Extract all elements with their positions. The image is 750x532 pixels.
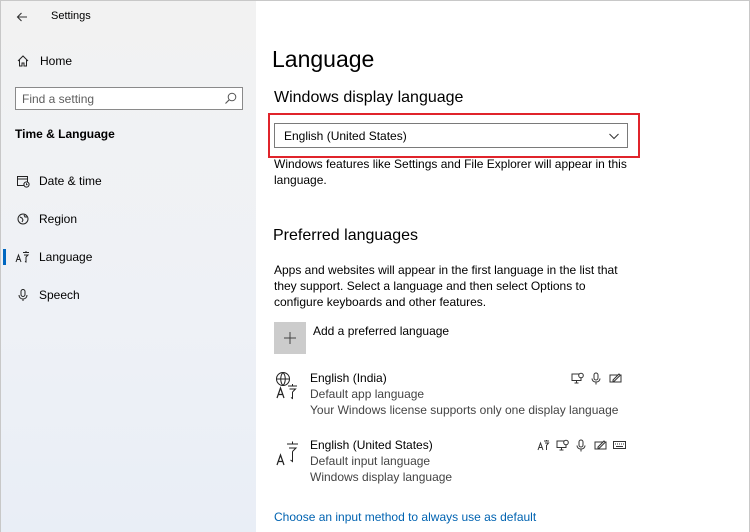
display-feature-icon (555, 438, 569, 452)
handwriting-feature-icon (593, 438, 607, 452)
input-method-link[interactable]: Choose an input method to always use as … (274, 510, 536, 524)
language-detail: Windows display language (310, 470, 453, 484)
dropdown-value: English (United States) (284, 129, 407, 143)
sidebar-item-label: Language (39, 250, 93, 264)
language-name: English (India) (310, 371, 387, 385)
back-arrow-icon (16, 12, 27, 22)
sidebar-item-label: Region (39, 212, 78, 226)
language-features (536, 438, 626, 452)
language-item-english-us[interactable]: English (United States) Default input la… (274, 438, 634, 493)
sidebar-item-speech[interactable]: Speech (1, 280, 257, 310)
main-content: Language Windows display language Englis… (256, 0, 750, 532)
add-icon-box (274, 322, 306, 354)
preferred-languages-description: Apps and websites will appear in the fir… (274, 263, 618, 309)
plus-icon (284, 332, 296, 344)
sidebar: Settings Home Time & Language Date & tim… (0, 0, 256, 532)
language-icon (276, 441, 298, 466)
nav-home[interactable]: Home (1, 46, 257, 76)
section-heading: Time & Language (15, 127, 115, 141)
display-language-heading: Windows display language (274, 89, 464, 106)
language-pack-feature-icon (536, 438, 550, 452)
title-bar: Settings (1, 1, 257, 33)
sidebar-item-label: Date & time (39, 174, 102, 188)
search-icon[interactable] (224, 92, 237, 105)
speech-feature-icon (589, 371, 603, 385)
nav-home-label: Home (40, 54, 73, 68)
language-detail: Default app language (310, 387, 425, 401)
back-button[interactable] (13, 8, 31, 26)
speech-feature-icon (574, 438, 588, 452)
sidebar-item-date-time[interactable]: Date & time (1, 166, 257, 196)
add-language-label: Add a preferred language (313, 324, 450, 338)
sidebar-item-region[interactable]: Region (1, 204, 257, 234)
calendar-icon (15, 173, 31, 189)
handwriting-feature-icon (608, 371, 622, 385)
language-detail: Default input language (310, 454, 431, 468)
app-title: Settings (51, 10, 91, 22)
display-feature-icon (570, 371, 584, 385)
language-detail: Your Windows license supports only one d… (310, 403, 619, 417)
preferred-languages-heading: Preferred languages (273, 227, 418, 244)
add-language-button[interactable]: Add a preferred language (274, 322, 524, 354)
language-globe-icon (276, 372, 297, 400)
chevron-down-icon (609, 133, 619, 140)
home-icon (15, 53, 31, 69)
region-icon (15, 211, 31, 227)
keyboard-feature-icon (612, 438, 626, 452)
display-language-dropdown[interactable]: English (United States) (274, 123, 628, 148)
language-name: English (United States) (310, 438, 433, 452)
search-box[interactable] (15, 87, 243, 110)
language-item-english-india[interactable]: English (India) Default app language You… (274, 371, 634, 426)
search-input[interactable] (22, 90, 212, 107)
sidebar-item-language[interactable]: Language (1, 242, 257, 272)
display-language-description: Windows features like Settings and File … (274, 157, 627, 187)
language-icon (15, 249, 31, 265)
sidebar-item-label: Speech (39, 288, 80, 302)
microphone-icon (15, 287, 31, 303)
language-features (570, 371, 622, 385)
page-title: Language (272, 46, 375, 72)
